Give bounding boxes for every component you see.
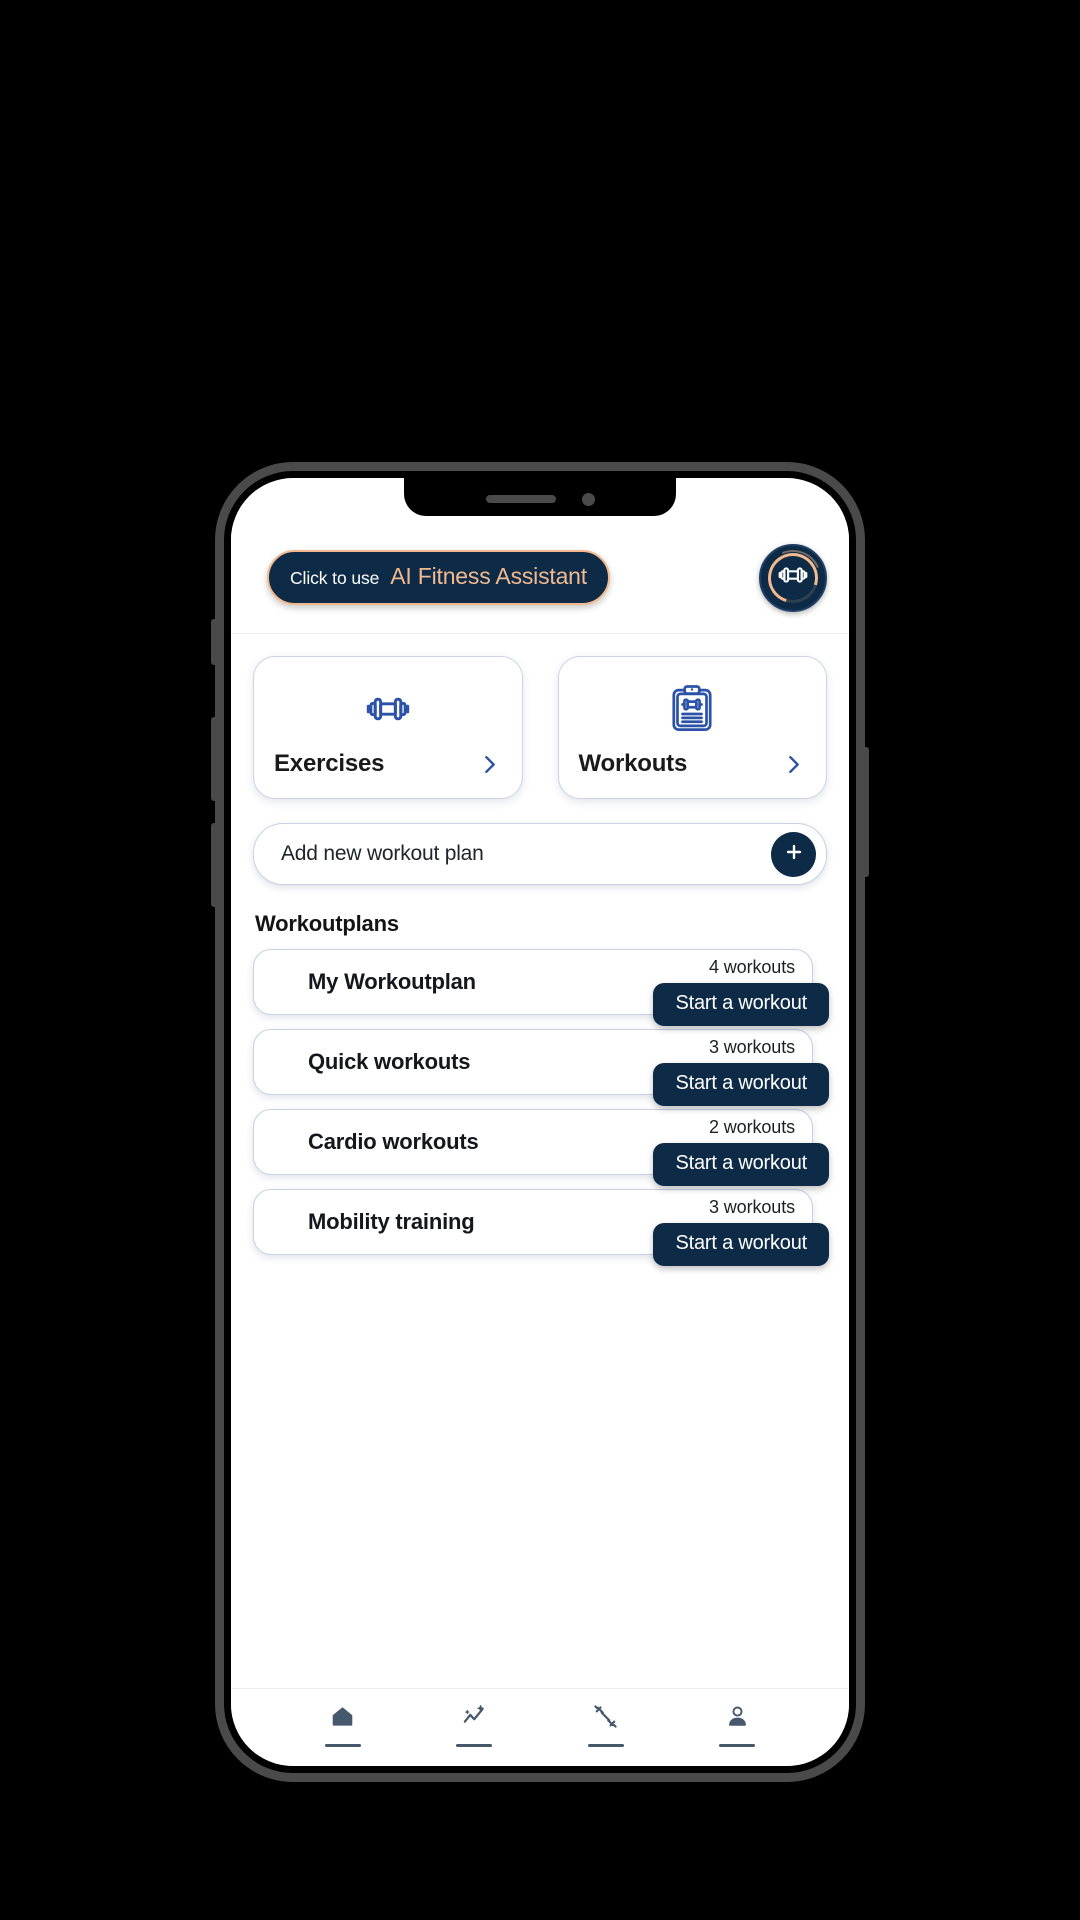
nav-tab-home[interactable] xyxy=(277,1703,409,1747)
phone-frame: Click to use AI Fitness Assistant Exerci… xyxy=(211,462,869,1782)
chevron-right-icon xyxy=(477,752,502,777)
nav-tab-stats[interactable] xyxy=(409,1703,541,1747)
person-icon xyxy=(724,1703,751,1730)
volume-down-button[interactable] xyxy=(211,823,217,907)
workouts-card-footer: Workouts xyxy=(579,750,807,778)
nav-indicator-home xyxy=(324,1744,361,1747)
exercises-card-icon-wrap xyxy=(362,683,414,750)
list-item[interactable]: Quick workouts 3 workouts Start a workou… xyxy=(253,1029,829,1106)
workoutplan-count: 4 workouts xyxy=(708,957,795,977)
add-workout-plan-button[interactable] xyxy=(771,831,816,877)
dumbbell-icon xyxy=(362,683,414,740)
ai-assistant-prefix-label: Click to use xyxy=(290,568,380,588)
nav-tab-training[interactable] xyxy=(540,1703,672,1747)
list-item[interactable]: Mobility training 3 workouts Start a wor… xyxy=(253,1189,829,1266)
nav-indicator-training xyxy=(587,1744,624,1747)
start-a-workout-button[interactable]: Start a workout xyxy=(653,983,829,1026)
phone-screen: Click to use AI Fitness Assistant Exerci… xyxy=(231,478,849,1766)
start-a-workout-button[interactable]: Start a workout xyxy=(653,1063,829,1106)
chevron-right-icon xyxy=(781,752,806,777)
volume-up-button[interactable] xyxy=(211,717,217,801)
category-cards-row: Exercises Workouts xyxy=(253,656,827,799)
main-content: Exercises Workouts Add new workout plan … xyxy=(231,634,849,1688)
phone-notch xyxy=(404,478,676,516)
workoutplan-count: 3 workouts xyxy=(708,1037,795,1057)
workoutplans-section-title: Workoutplans xyxy=(255,911,399,936)
home-icon xyxy=(329,1703,356,1730)
workoutplan-name: My Workoutplan xyxy=(308,969,476,994)
front-camera-icon xyxy=(581,492,595,506)
power-button[interactable] xyxy=(863,747,869,877)
workouts-card-icon-wrap xyxy=(666,683,718,750)
add-new-workout-plan-row[interactable]: Add new workout plan xyxy=(253,823,827,885)
start-a-workout-button[interactable]: Start a workout xyxy=(653,1143,829,1186)
workoutplan-count: 3 workouts xyxy=(708,1197,795,1217)
add-new-workout-plan-label: Add new workout plan xyxy=(281,842,484,865)
card-label-workouts: Workouts xyxy=(578,750,688,777)
app-logo-button[interactable] xyxy=(756,541,830,614)
card-exercises[interactable]: Exercises xyxy=(253,656,523,799)
bottom-navigation-bar xyxy=(231,1688,849,1766)
nav-indicator-stats xyxy=(456,1744,493,1747)
diagonal-dumbbell-icon xyxy=(592,1703,619,1730)
mute-switch-button[interactable] xyxy=(211,619,217,665)
list-item[interactable]: Cardio workouts 2 workouts Start a worko… xyxy=(253,1109,829,1186)
exercises-card-footer: Exercises xyxy=(274,750,502,778)
ai-assistant-main-label: AI Fitness Assistant xyxy=(390,563,587,589)
workoutplan-name: Cardio workouts xyxy=(308,1129,479,1154)
app-header: Click to use AI Fitness Assistant xyxy=(231,522,849,634)
nav-indicator-profile xyxy=(719,1744,756,1747)
card-workouts[interactable]: Workouts xyxy=(557,656,827,799)
workoutplan-name: Mobility training xyxy=(308,1209,475,1234)
start-a-workout-button[interactable]: Start a workout xyxy=(653,1223,829,1266)
workoutplan-count: 2 workouts xyxy=(708,1117,795,1137)
nav-tab-profile[interactable] xyxy=(672,1703,804,1747)
plus-icon xyxy=(783,841,805,868)
workoutplans-list: My Workoutplan 4 workouts Start a workou… xyxy=(253,949,829,1266)
screenshot-stage: Click to use AI Fitness Assistant Exerci… xyxy=(0,0,1080,1920)
earpiece-speaker-icon xyxy=(485,495,556,503)
workoutplan-name: Quick workouts xyxy=(308,1049,471,1074)
list-item[interactable]: My Workoutplan 4 workouts Start a workou… xyxy=(253,949,829,1026)
clipboard-dumbbell-icon xyxy=(666,683,718,740)
card-label-exercises: Exercises xyxy=(274,750,385,777)
ai-fitness-assistant-button[interactable]: Click to use AI Fitness Assistant xyxy=(267,550,610,605)
dumbbell-icon xyxy=(776,558,810,597)
sparkle-chart-icon xyxy=(461,1703,488,1730)
